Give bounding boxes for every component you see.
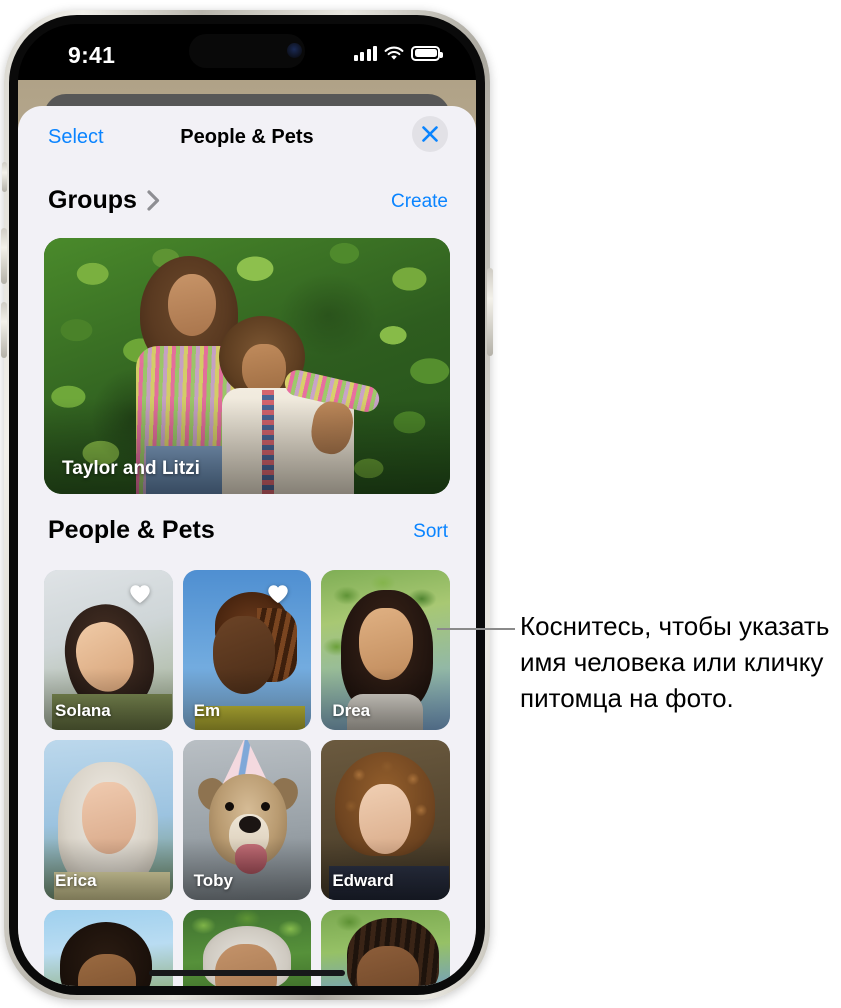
person-name-label: Em (193, 701, 221, 720)
person-tile-drea[interactable]: Drea (321, 570, 450, 730)
person-tile-edward[interactable]: Edward (321, 740, 450, 900)
battery-icon (411, 45, 443, 61)
create-group-button[interactable]: Create (391, 191, 448, 213)
status-bar: 9:41 (18, 24, 476, 88)
person-tile-solana[interactable]: Solana (44, 570, 173, 730)
person-tile-erica[interactable]: Erica (44, 740, 173, 900)
groups-title-row[interactable]: Groups (48, 186, 160, 215)
device-screen: 9:41 Select People & Pets Groups Create … (18, 24, 476, 986)
person-name-label: Edward (332, 871, 394, 890)
wifi-icon (384, 46, 404, 61)
status-bar-time: 9:41 (68, 42, 116, 68)
close-button[interactable] (412, 116, 448, 152)
volume-up-button[interactable] (1, 228, 7, 284)
signal-bars-icon (353, 45, 377, 61)
close-icon (422, 126, 438, 142)
silent-switch-button[interactable] (2, 162, 7, 192)
people-and-pets-sheet: Select People & Pets Groups Create Taylo… (18, 106, 476, 986)
row3-2-face (214, 944, 277, 986)
status-bar-indicators (353, 42, 443, 64)
group-card[interactable]: Taylor and Litzi (44, 238, 450, 494)
groups-section-header: Groups Create (18, 186, 476, 226)
heart-icon[interactable] (129, 584, 151, 604)
chevron-right-icon (147, 190, 160, 211)
sort-button[interactable]: Sort (413, 521, 448, 543)
groups-title-label: Groups (48, 186, 137, 214)
people-section-header: People & Pets Sort (18, 516, 476, 556)
group-photo-person-a-face (168, 274, 216, 336)
sheet-navigation-bar: Select People & Pets (18, 106, 476, 172)
toby-right-eye (260, 802, 270, 811)
people-title-label: People & Pets (48, 516, 215, 544)
pet-tile-toby[interactable]: Toby (182, 740, 312, 900)
front-camera-icon (287, 43, 302, 58)
people-and-pets-grid: Solana Em Drea Erica Toby Edward (44, 570, 450, 986)
heart-icon[interactable] (267, 584, 289, 604)
pet-name-label: Toby (193, 871, 234, 890)
people-title-row: People & Pets (48, 516, 215, 545)
person-tile-em[interactable]: Em (182, 570, 312, 730)
person-name-label: Drea (332, 701, 371, 720)
person-name-label: Solana (55, 701, 111, 720)
iphone-device: 9:41 Select People & Pets Groups Create … (1, 10, 493, 1000)
power-button[interactable] (487, 268, 493, 356)
home-indicator[interactable] (149, 970, 345, 976)
group-card-label: Taylor and Litzi (62, 458, 200, 479)
toby-left-eye (224, 802, 234, 811)
page-title: People & Pets (180, 126, 314, 148)
callout-text: Коснитесь, чтобы указать имя человека ил… (520, 611, 830, 713)
volume-down-button[interactable] (1, 302, 7, 358)
toby-nose (238, 816, 261, 833)
person-name-label: Erica (55, 871, 97, 890)
callout-leader-line (437, 628, 515, 630)
